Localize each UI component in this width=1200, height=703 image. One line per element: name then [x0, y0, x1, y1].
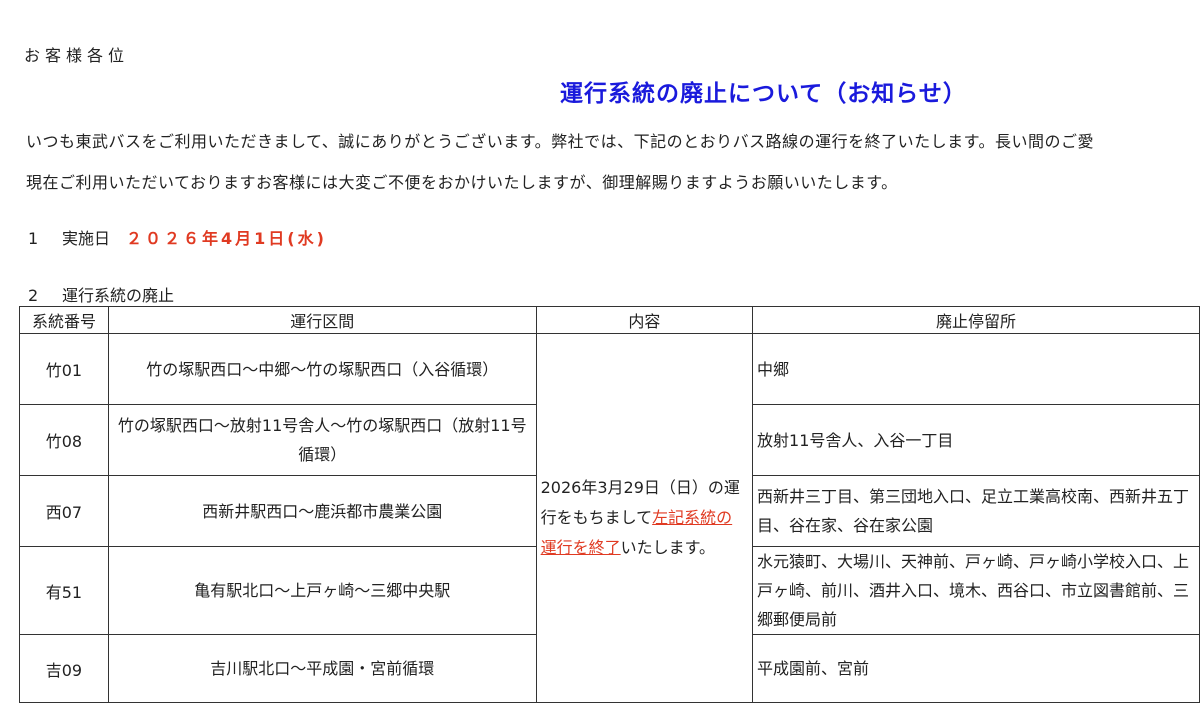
section-route-discontinuation: 2 運行系統の廃止 [28, 282, 174, 306]
greeting: お客様各位 [24, 46, 130, 65]
discontinued-stops: 西新井三丁目、第三団地入口、足立工業高校南、西新井五丁目、谷在家、谷在家公園 [752, 475, 1200, 547]
discontinued-stops: 水元猿町、大場川、天神前、戸ヶ崎、戸ヶ崎小学校入口、上戸ヶ崎、前川、酒井入口、境… [752, 546, 1200, 635]
header-route: 運行区間 [107, 306, 537, 334]
route-section: 竹の塚駅西口～放射11号舎人～竹の塚駅西口（放射11号循環） [107, 404, 537, 476]
content-text-after: いたします。 [620, 538, 716, 557]
header-content: 内容 [535, 306, 754, 334]
route-code: 吉09 [19, 634, 109, 703]
route-section: 西新井駅西口～鹿浜都市農業公園 [107, 475, 537, 547]
discontinued-routes-table: 系統番号 運行区間 内容 廃止停留所 竹01 竹の塚駅西口～中郷～竹の塚駅西口（… [19, 306, 1200, 703]
effective-date: ２０２６年4月1日(水) [126, 229, 327, 248]
section-1-number: 1 [28, 229, 39, 248]
content-cell: 2026年3月29日（日）の運行をもちまして左記系統の運行を終了いたします。 [535, 333, 754, 703]
route-section: 亀有駅北口～上戸ヶ崎～三郷中央駅 [107, 546, 537, 635]
table-header-row: 系統番号 運行区間 内容 廃止停留所 [19, 306, 1200, 334]
section-2-number: 2 [28, 286, 39, 305]
header-code: 系統番号 [19, 306, 109, 334]
section-2-label: 運行系統の廃止 [62, 286, 175, 305]
header-stops: 廃止停留所 [752, 306, 1200, 334]
route-code: 有51 [19, 546, 109, 635]
discontinued-stops: 中郷 [752, 333, 1200, 405]
route-section: 竹の塚駅西口～中郷～竹の塚駅西口（入谷循環） [107, 333, 537, 405]
intro-line-1: いつも東武バスをご利用いただきまして、誠にありがとうございます。弊社では、下記の… [26, 132, 1095, 151]
route-code: 竹08 [19, 404, 109, 476]
table-row: 竹01 竹の塚駅西口～中郷～竹の塚駅西口（入谷循環） 2026年3月29日（日）… [19, 333, 1200, 703]
discontinued-stops: 放射11号舎人、入谷一丁目 [752, 404, 1200, 476]
route-section: 吉川駅北口～平成園・宮前循環 [107, 634, 537, 703]
notice-title: 運行系統の廃止について（お知らせ） [560, 81, 967, 107]
discontinued-stops: 平成園前、宮前 [752, 634, 1200, 703]
section-1-label: 実施日 [62, 229, 111, 248]
intro-line-2: 現在ご利用いただいておりますお客様には大変ご不便をおかけいたしますが、御理解賜り… [26, 173, 898, 192]
route-code: 西07 [19, 475, 109, 547]
section-effective-date: 1 実施日 ２０２６年4月1日(水) [28, 225, 327, 249]
route-code: 竹01 [19, 333, 109, 405]
